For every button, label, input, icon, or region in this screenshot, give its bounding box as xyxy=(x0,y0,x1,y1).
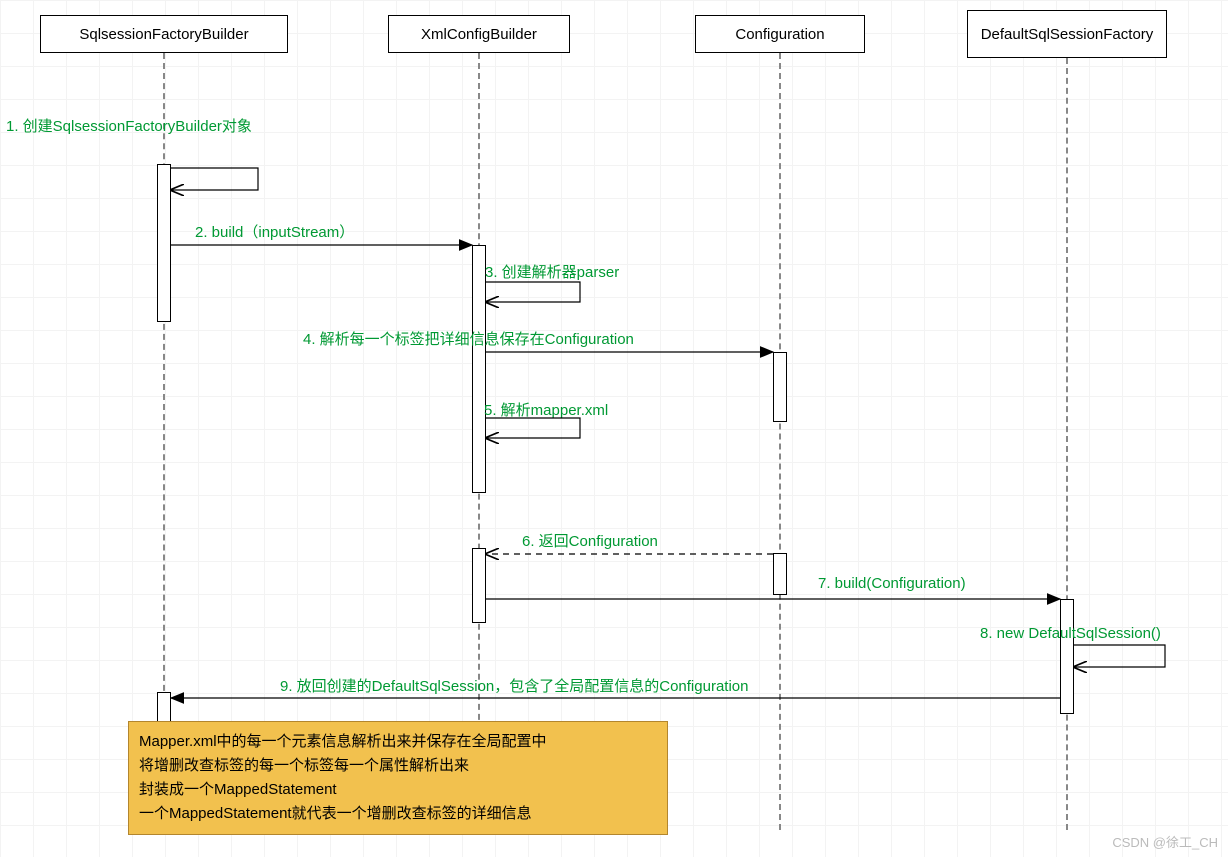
participant-xml-config-builder: XmlConfigBuilder xyxy=(388,15,570,53)
arrow-m5 xyxy=(486,418,580,438)
note-line: Mapper.xml中的每一个元素信息解析出来并保存在全局配置中 xyxy=(139,730,657,754)
participant-configuration: Configuration xyxy=(695,15,865,53)
msg-8-label: 8. new DefaultSqlSession() xyxy=(980,625,1161,642)
participant-label: DefaultSqlSessionFactory xyxy=(981,26,1154,43)
arrow-m3 xyxy=(486,282,580,302)
participant-sqlsession-factory-builder: SqlsessionFactoryBuilder xyxy=(40,15,288,53)
activation-p1-a xyxy=(157,164,171,322)
activation-p2-b xyxy=(472,548,486,623)
participant-label: XmlConfigBuilder xyxy=(421,26,537,43)
activation-p3-a xyxy=(773,352,787,422)
arrow-m1 xyxy=(171,168,258,190)
note-line: 一个MappedStatement就代表一个增删改查标签的详细信息 xyxy=(139,802,657,826)
msg-1-label: 1. 创建SqlsessionFactoryBuilder对象 xyxy=(6,115,252,136)
watermark: CSDN @徐工_CH xyxy=(1112,832,1218,851)
activation-p4-a xyxy=(1060,599,1074,714)
lifeline-p4 xyxy=(1066,58,1068,830)
msg-6-label: 6. 返回Configuration xyxy=(522,530,658,551)
note-line: 封装成一个MappedStatement xyxy=(139,778,657,802)
msg-4-label: 4. 解析每一个标签把详细信息保存在Configuration xyxy=(303,328,634,349)
msg-5-label: 5. 解析mapper.xml xyxy=(484,399,608,420)
lifeline-p1 xyxy=(163,53,165,721)
arrow-m8 xyxy=(1074,645,1165,667)
msg-9-label: 9. 放回创建的DefaultSqlSession，包含了全局配置信息的Conf… xyxy=(280,675,748,696)
participant-default-sql-session-factory: DefaultSqlSessionFactory xyxy=(967,10,1167,58)
note-line: 将增删改查标签的每一个标签每一个属性解析出来 xyxy=(139,754,657,778)
msg-3-label: 3. 创建解析器parser xyxy=(485,261,619,282)
note-mapper-xml: Mapper.xml中的每一个元素信息解析出来并保存在全局配置中 将增删改查标签… xyxy=(128,721,668,835)
msg-7-label: 7. build(Configuration) xyxy=(818,575,966,592)
lifeline-p3 xyxy=(779,53,781,830)
activation-p1-b xyxy=(157,692,171,722)
participant-label: Configuration xyxy=(735,26,824,43)
activation-p3-b xyxy=(773,553,787,595)
participant-label: SqlsessionFactoryBuilder xyxy=(79,26,248,43)
msg-2-label: 2. build（inputStream） xyxy=(195,221,354,242)
activation-p2-a xyxy=(472,245,486,493)
